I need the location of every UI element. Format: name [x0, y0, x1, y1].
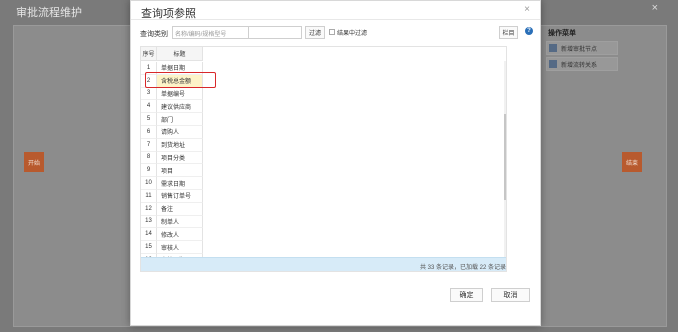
table-row[interactable]: 9 项目	[141, 164, 203, 178]
row-number: 3	[141, 87, 157, 101]
row-title[interactable]: 单据日期	[157, 62, 203, 75]
relation-icon	[549, 60, 557, 68]
filter-in-results-label: 结果中过滤	[337, 31, 368, 37]
row-title[interactable]: 建议供应商	[157, 100, 203, 114]
table-row[interactable]: 7 到货地址	[141, 138, 203, 152]
filter-input[interactable]	[248, 26, 302, 39]
row-number: 11	[141, 189, 157, 203]
table-row[interactable]: 3 单据编号	[141, 87, 203, 101]
column-header-number[interactable]: 序号	[141, 47, 157, 61]
confirm-button[interactable]: 确定	[450, 288, 483, 302]
menu-item-label: 新增审批节点	[561, 46, 598, 53]
query-type-value: 名称/编码/规格型号	[175, 32, 227, 38]
row-title[interactable]: 项目	[157, 164, 203, 178]
table-row[interactable]: 6 请购人	[141, 125, 203, 139]
filter-in-results-checkbox[interactable]	[329, 29, 335, 35]
table-row[interactable]: 2 含税总金额	[141, 74, 203, 88]
row-number: 12	[141, 202, 157, 216]
row-number: 8	[141, 151, 157, 165]
record-count-text: 共 33 条记录，已加载 22 条记录	[419, 265, 506, 271]
table-row[interactable]: 11 销售订单号	[141, 189, 203, 203]
add-node-menu-item[interactable]: 新增审批节点	[546, 41, 618, 55]
query-reference-dialog: 查询项参照 × 查询类别 名称/编码/规格型号 ▼ 过滤 结果中过滤 栏目 ? …	[130, 0, 541, 326]
filter-button[interactable]: 过滤	[305, 26, 325, 39]
grid-rows: 1 单据日期 2 含税总金额 3 单据编号 4 建议供应商 5 部门 6 请购人 7 到货地址 8 项目分类 9…	[141, 62, 203, 271]
column-header-title[interactable]: 标题	[157, 47, 203, 61]
table-row[interactable]: 15 审核人	[141, 241, 203, 254]
row-number: 14	[141, 228, 157, 242]
operation-menu: 操作菜单 新增审批节点 新增流转关系	[546, 28, 618, 73]
row-number: 6	[141, 125, 157, 139]
row-title[interactable]: 备注	[157, 202, 203, 216]
end-node-button[interactable]: 结束	[622, 152, 642, 172]
operation-menu-title: 操作菜单	[548, 30, 576, 37]
table-row[interactable]: 4 建议供应商	[141, 100, 203, 114]
row-number: 5	[141, 113, 157, 126]
row-number: 10	[141, 177, 157, 190]
start-node-button[interactable]: 开始	[24, 152, 44, 172]
background-title: 审批流程维护	[16, 7, 82, 19]
row-title[interactable]: 单据编号	[157, 87, 203, 101]
table-row[interactable]: 8 项目分类	[141, 151, 203, 165]
row-title[interactable]: 含税总金额	[157, 74, 203, 88]
query-toolbar: 查询类别 名称/编码/规格型号 ▼ 过滤 结果中过滤 栏目 ?	[140, 26, 533, 40]
row-number: 15	[141, 241, 157, 254]
row-number: 4	[141, 100, 157, 114]
row-number: 13	[141, 215, 157, 229]
row-title[interactable]: 需求日期	[157, 177, 203, 190]
background-close-icon[interactable]: ×	[652, 2, 658, 14]
row-title[interactable]: 请购人	[157, 125, 203, 139]
columns-button[interactable]: 栏目	[499, 26, 518, 39]
table-row[interactable]: 1 单据日期	[141, 62, 203, 75]
table-row[interactable]: 13 制单人	[141, 215, 203, 229]
vertical-scrollbar-thumb[interactable]	[504, 114, 506, 200]
row-title[interactable]: 销售订单号	[157, 189, 203, 203]
add-relation-menu-item[interactable]: 新增流转关系	[546, 57, 618, 71]
grid-footer: 共 33 条记录，已加载 22 条记录	[141, 257, 506, 271]
row-title[interactable]: 审核人	[157, 241, 203, 254]
table-row[interactable]: 10 需求日期	[141, 177, 203, 190]
help-icon[interactable]: ?	[525, 27, 533, 35]
dialog-divider	[131, 19, 540, 20]
table-row[interactable]: 5 部门	[141, 113, 203, 126]
row-title[interactable]: 到货地址	[157, 138, 203, 152]
table-row[interactable]: 12 备注	[141, 202, 203, 216]
row-number: 9	[141, 164, 157, 178]
row-title[interactable]: 修改人	[157, 228, 203, 242]
close-icon[interactable]: ×	[524, 4, 530, 15]
grid-header: 序号 标题	[141, 47, 203, 61]
table-row[interactable]: 14 修改人	[141, 228, 203, 242]
row-number: 2	[141, 74, 157, 88]
query-type-label: 查询类别	[140, 31, 168, 38]
cancel-button[interactable]: 取消	[491, 288, 530, 302]
row-number: 7	[141, 138, 157, 152]
query-items-grid: 序号 标题 1 单据日期 2 含税总金额 3 单据编号 4 建议供应商 5 部门 6 请购人 7 到货地址…	[140, 46, 507, 272]
row-title[interactable]: 项目分类	[157, 151, 203, 165]
node-icon	[549, 44, 557, 52]
row-number: 1	[141, 62, 157, 75]
menu-item-label: 新增流转关系	[561, 62, 598, 69]
row-title[interactable]: 部门	[157, 113, 203, 126]
row-title[interactable]: 制单人	[157, 215, 203, 229]
